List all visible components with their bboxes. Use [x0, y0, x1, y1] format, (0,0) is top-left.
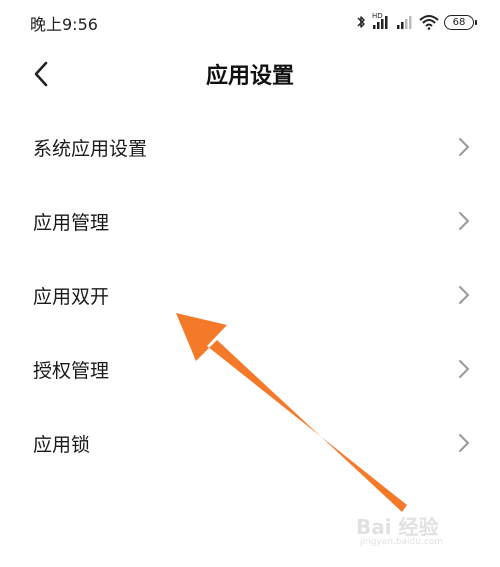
chevron-right-icon [459, 286, 469, 304]
settings-item-system-app-settings[interactable]: 系统应用设置 [0, 110, 500, 184]
page-title: 应用设置 [205, 64, 294, 89]
settings-item-app-management[interactable]: 应用管理 [0, 184, 500, 258]
title-bar: 应用设置 [0, 44, 500, 104]
chevron-right-icon [459, 212, 469, 230]
signal-icon [397, 16, 412, 29]
chevron-right-icon [459, 360, 469, 378]
status-bar: 晚上9:56 HD 68 [0, 0, 500, 44]
list-item-label: 应用双开 [33, 286, 110, 308]
settings-item-app-lock[interactable]: 应用锁 [0, 406, 500, 480]
watermark-logo: Bai 经验 [356, 515, 439, 539]
list-item-label: 系统应用设置 [33, 138, 148, 160]
battery-icon: 68 [444, 14, 477, 30]
watermark-url: jingyan.baidu.com [360, 537, 444, 547]
chevron-right-icon [459, 434, 469, 452]
signal-hd-icon: HD [371, 13, 391, 30]
bluetooth-icon [357, 16, 365, 28]
battery-level: 68 [452, 16, 466, 28]
settings-item-dual-apps[interactable]: 应用双开 [0, 258, 500, 332]
status-time: 晚上9:56 [30, 15, 98, 34]
settings-item-permissions[interactable]: 授权管理 [0, 332, 500, 406]
status-icons: HD 68 [356, 12, 477, 32]
list-item-label: 授权管理 [33, 360, 110, 382]
chevron-right-icon [459, 138, 469, 156]
watermark: Bai 经验 jingyan.baidu.com [356, 511, 476, 551]
wifi-icon [419, 15, 439, 30]
list-item-label: 应用锁 [33, 434, 91, 456]
settings-list: 系统应用设置 应用管理 应用双开 授权管理 应用锁 [0, 110, 500, 480]
list-item-label: 应用管理 [33, 212, 110, 234]
